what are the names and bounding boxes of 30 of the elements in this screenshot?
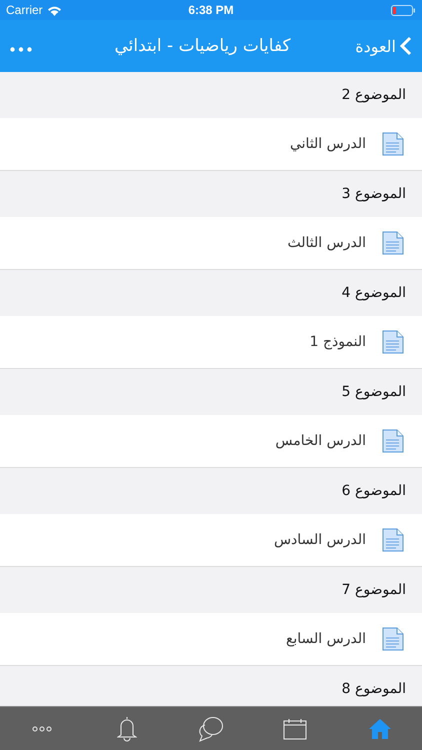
chevron-icon xyxy=(400,36,412,56)
lesson-item[interactable]: الدرس الثاني xyxy=(0,118,422,171)
document-icon xyxy=(382,330,404,354)
clock-time: 6:38 PM xyxy=(188,3,234,17)
lesson-item[interactable]: الدرس السابع xyxy=(0,613,422,666)
screen-title: كفايات رياضيات - ابتدائي xyxy=(114,36,292,56)
lesson-item[interactable]: الدرس الخامس xyxy=(0,415,422,468)
chat-icon[interactable] xyxy=(198,716,224,742)
section-header: الموضوع 3 xyxy=(342,186,406,202)
document-icon xyxy=(382,528,404,552)
section-header: الموضوع 4 xyxy=(342,285,406,301)
section-header: الموضوع 2 xyxy=(342,87,406,103)
more-icon[interactable] xyxy=(32,726,52,732)
carrier-name: Carrier xyxy=(6,3,43,17)
lesson-item[interactable]: الدرس الثالث xyxy=(0,217,422,270)
document-icon xyxy=(382,231,404,255)
lesson-item[interactable]: الدرس السادس xyxy=(0,514,422,567)
wifi-icon xyxy=(46,4,62,16)
section-header: الموضوع 5 xyxy=(342,384,406,400)
section-header: الموضوع 8 xyxy=(342,681,406,697)
document-icon xyxy=(382,627,404,651)
section-header: الموضوع 7 xyxy=(342,582,406,598)
calendar-icon[interactable] xyxy=(283,718,308,740)
bell-icon[interactable] xyxy=(116,716,137,742)
more-icon[interactable] xyxy=(10,46,32,52)
document-icon xyxy=(382,429,404,453)
document-icon xyxy=(382,132,404,156)
battery-icon xyxy=(391,4,416,16)
section-header: الموضوع 6 xyxy=(342,483,406,499)
lesson-item[interactable]: النموذج 1 xyxy=(0,316,422,369)
